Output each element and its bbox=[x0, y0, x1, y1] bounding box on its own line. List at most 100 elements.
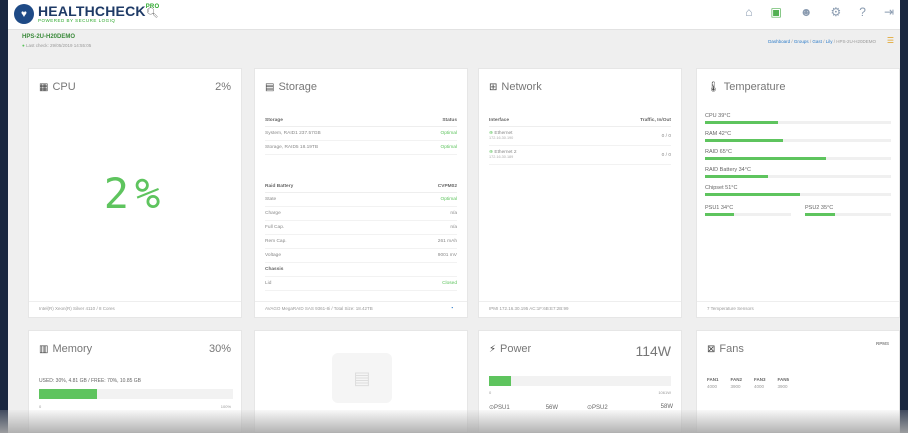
memory-bar bbox=[39, 389, 233, 399]
table-row: Lid Closed bbox=[265, 276, 457, 291]
power-bar bbox=[489, 376, 671, 386]
fan-icon: ⊠ bbox=[707, 343, 716, 355]
dashboard-icon[interactable]: ▣ bbox=[771, 5, 782, 19]
placeholder-graphic-icon: ▤ bbox=[332, 353, 392, 403]
network-icon: ⊞ bbox=[489, 81, 498, 93]
breadcrumb-lily[interactable]: Lily bbox=[826, 39, 833, 44]
temperature-card[interactable]: 🌡︎ Temperature CPU 39°C RAM 42°C RAID 65°… bbox=[696, 68, 900, 318]
breadcrumb: Dashboard / Groups / Gast / Lily / HPS-2… bbox=[768, 39, 876, 44]
top-icon-bar: ⌂ ▣ ☻ ⚙ ? ⇥ bbox=[745, 5, 894, 19]
bottom-shadow bbox=[0, 410, 908, 433]
logo-heart-icon: ♥ bbox=[14, 4, 34, 24]
breadcrumb-gast[interactable]: Gast bbox=[812, 39, 822, 44]
cpu-value: 2% bbox=[215, 81, 231, 93]
temp-fill bbox=[705, 193, 800, 196]
temp-fill bbox=[805, 213, 836, 216]
cpu-big-value: 2% bbox=[103, 169, 167, 218]
breadcrumb-dashboard[interactable]: Dashboard bbox=[768, 39, 790, 44]
memory-min: 0 bbox=[39, 404, 42, 409]
temp-fill bbox=[705, 121, 778, 124]
memory-usage-text: USED: 30%, 4.81 GB / FREE: 70%, 10.85 GB bbox=[39, 378, 141, 384]
table-row: Full Cap. n/a bbox=[265, 220, 457, 235]
table-row: Charge n/a bbox=[265, 206, 457, 221]
fans-list: FAN1 4000 FAN2 3900 FAN3 4000 FAN5 3900 bbox=[707, 377, 789, 391]
temp-sensor: PSU1 34°C bbox=[705, 205, 791, 216]
temp-sensor: RAID 65°C bbox=[705, 149, 891, 160]
list-item: FAN1 4000 bbox=[707, 377, 719, 389]
temperature-footer: 7 Temperature Sensors bbox=[697, 301, 899, 317]
network-col-interface: Interface bbox=[489, 115, 575, 127]
table-row: Voltage 9001 mV bbox=[265, 248, 457, 263]
table-row: Rem Cap. 261 mAh bbox=[265, 234, 457, 249]
network-table: Interface Traffic, In/Out ⊛ Ethernet 172.1… bbox=[489, 115, 671, 165]
cpu-icon: ▦ bbox=[39, 81, 49, 93]
storage-table: Storage Status System, RAID1 237.57GB Opti… bbox=[265, 115, 457, 155]
storage-title: Storage bbox=[278, 81, 317, 93]
cpu-title: CPU bbox=[52, 81, 76, 93]
temp-sensor: RAM 42°C bbox=[705, 131, 891, 142]
top-bar: ♥ HEALTHCHECKPRO POWERED BY SECURE LOGIQ… bbox=[8, 0, 900, 30]
table-row: State Optimal bbox=[265, 192, 457, 207]
network-card[interactable]: ⊞ Network Interface Traffic, In/Out ⊛ Ethe… bbox=[478, 68, 682, 318]
chassis-label: Chassis bbox=[265, 262, 380, 277]
network-footer: IPMI 172.16.30.195 AC:1F:6B:E7:2B:99 bbox=[479, 301, 681, 317]
list-item: FAN3 4000 bbox=[754, 377, 766, 389]
logo-tagline: POWERED BY SECURE LOGIQ bbox=[38, 18, 116, 24]
sub-header: HPS-2U-H20DEMO ● Last check: 29/05/2019 … bbox=[8, 30, 900, 52]
power-value: 114W bbox=[635, 343, 671, 359]
temp-sensor: RAID Battery 34°C bbox=[705, 167, 891, 178]
thermometer-icon: 🌡︎ bbox=[707, 81, 720, 93]
info-icon[interactable]: ▪ bbox=[451, 305, 453, 310]
temp-fill bbox=[705, 213, 735, 216]
help-icon[interactable]: ? bbox=[859, 5, 866, 19]
table-row: ⊛ Ethernet 2 172.16.30.189 0 / 0 bbox=[489, 145, 671, 165]
battery-label: Raid Battery bbox=[265, 181, 380, 193]
network-col-traffic: Traffic, In/Out bbox=[574, 115, 671, 127]
storage-card[interactable]: ▤ Storage Storage Status System, RAID1 237… bbox=[254, 68, 468, 318]
storage-footer: AVAGO MegaRAID SAS 9361-8i / Total Size:… bbox=[255, 301, 467, 317]
logo-title: HEALTHCHECKPRO bbox=[38, 3, 160, 20]
search-icon[interactable]: 🔍︎ bbox=[146, 8, 159, 19]
temp-fill bbox=[705, 139, 784, 142]
breadcrumb-current: HPS-2U-H20DEMO bbox=[836, 39, 876, 44]
battery-model: CVPM02 bbox=[379, 181, 457, 193]
storage-col-name: Storage bbox=[265, 115, 414, 127]
power-bar-fill bbox=[489, 376, 511, 386]
users-icon[interactable]: ☻ bbox=[800, 5, 813, 19]
logo[interactable]: ♥ HEALTHCHECKPRO POWERED BY SECURE LOGIQ bbox=[14, 4, 159, 24]
fans-unit: RPMS bbox=[875, 341, 889, 346]
home-icon[interactable]: ⌂ bbox=[745, 5, 752, 19]
table-row: Storage, RAID5 18.19TB Optimal bbox=[265, 140, 457, 155]
temp-sensor: CPU 39°C bbox=[705, 113, 891, 124]
cpu-footer: Intel(R) Xeon(R) Silver 4110 / 8 Cores bbox=[29, 301, 241, 317]
memory-max: 100% bbox=[220, 404, 231, 409]
power-min: 0 bbox=[489, 390, 492, 395]
storage-col-status: Status bbox=[413, 115, 457, 127]
menu-icon[interactable]: ☰ bbox=[887, 36, 894, 45]
temp-fill bbox=[705, 175, 769, 178]
storage-icon: ▤ bbox=[265, 81, 275, 93]
memory-icon: ▥ bbox=[39, 343, 49, 355]
list-item: FAN2 3900 bbox=[730, 377, 743, 389]
temp-sensor: Chipset 51°C bbox=[705, 185, 891, 196]
power-max: 1061W bbox=[658, 390, 671, 395]
fans-title: Fans bbox=[719, 343, 744, 355]
network-title: Network bbox=[501, 81, 542, 93]
list-item: FAN5 3900 bbox=[777, 377, 790, 389]
power-title: Power bbox=[500, 343, 532, 355]
memory-bar-fill bbox=[39, 389, 98, 399]
table-row: System, RAID1 237.57GB Optimal bbox=[265, 126, 457, 141]
memory-title: Memory bbox=[52, 343, 93, 355]
battery-table: Raid Battery CVPM02 State Optimal Charge n/… bbox=[265, 181, 457, 291]
app-frame: ♥ HEALTHCHECKPRO POWERED BY SECURE LOGIQ… bbox=[8, 0, 900, 433]
logout-icon[interactable]: ⇥ bbox=[884, 5, 894, 19]
power-plug-icon: ⚡ bbox=[489, 343, 497, 355]
host-name[interactable]: HPS-2U-H20DEMO bbox=[22, 34, 75, 40]
gear-icon[interactable]: ⚙ bbox=[830, 5, 841, 19]
temp-fill bbox=[705, 157, 826, 160]
cpu-card[interactable]: ▦ CPU 2% 2% Intel(R) Xeon(R) Silver 4110 … bbox=[28, 68, 242, 318]
breadcrumb-groups[interactable]: Groups bbox=[794, 39, 809, 44]
temp-sensor: PSU2 35°C bbox=[805, 205, 891, 216]
last-check: ● Last check: 29/05/2019 14:55:05 bbox=[22, 43, 92, 48]
temperature-title: Temperature bbox=[723, 81, 786, 93]
